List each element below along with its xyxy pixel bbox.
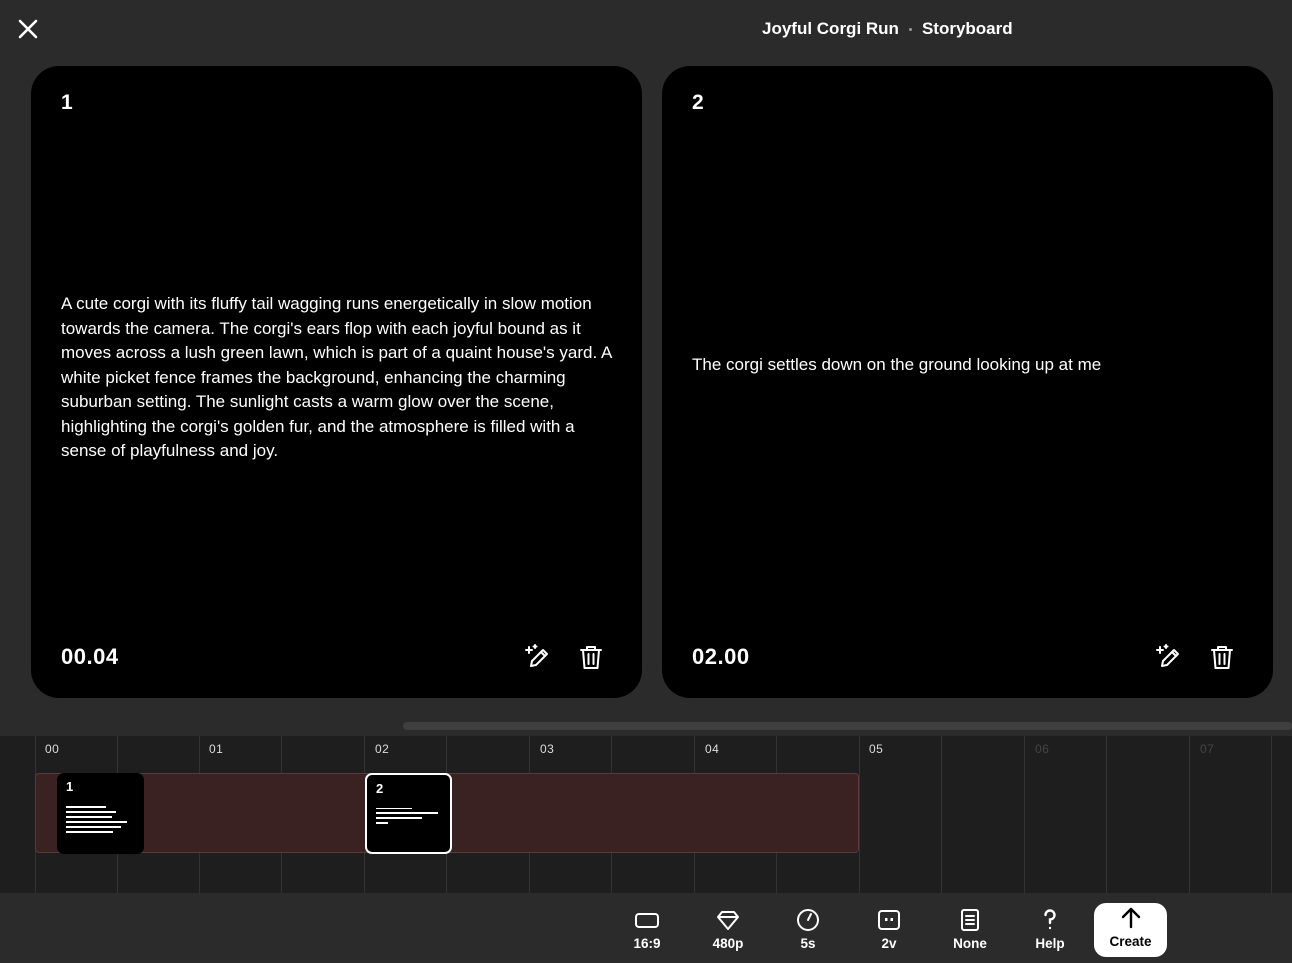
duration-button[interactable]: 5s bbox=[776, 905, 840, 957]
diamond-icon bbox=[717, 911, 739, 930]
preset-button[interactable]: None bbox=[938, 905, 1002, 957]
timeline[interactable]: 00 01 02 03 04 05 06 07 1 2 bbox=[0, 736, 1292, 893]
question-icon bbox=[1044, 909, 1056, 930]
create-label: Create bbox=[1109, 934, 1152, 949]
bottom-toolbar: 16:9 480p 5s 2v None Help Create bbox=[0, 893, 1292, 963]
magic-pencil-icon bbox=[1156, 644, 1179, 667]
timeline-label: 02 bbox=[375, 742, 390, 756]
close-icon bbox=[18, 19, 38, 39]
resolution-label: 480p bbox=[712, 936, 744, 951]
storyboard-card-2[interactable]: 2 The corgi settles down on the ground l… bbox=[662, 66, 1273, 698]
card-description[interactable]: The corgi settles down on the ground loo… bbox=[692, 353, 1243, 378]
aspect-ratio-label: 16:9 bbox=[633, 936, 661, 951]
clock-icon bbox=[797, 909, 819, 931]
timeline-tick bbox=[941, 736, 942, 893]
horizontal-scrollbar[interactable] bbox=[403, 722, 1292, 730]
variations-icon bbox=[878, 910, 900, 930]
timeline-tick bbox=[1024, 736, 1025, 893]
document-icon bbox=[961, 909, 979, 931]
create-button[interactable]: Create bbox=[1094, 903, 1167, 957]
timeline-label: 01 bbox=[209, 742, 224, 756]
card-timestamp: 00.04 bbox=[61, 644, 119, 669]
preset-label: None bbox=[953, 936, 987, 951]
timeline-tick bbox=[1271, 736, 1272, 893]
card-number: 2 bbox=[692, 91, 704, 114]
close-button[interactable] bbox=[14, 15, 42, 43]
clip-text-preview bbox=[66, 806, 127, 836]
timeline-label: 04 bbox=[705, 742, 720, 756]
edit-button[interactable] bbox=[522, 642, 552, 672]
arrow-up-icon bbox=[1121, 907, 1140, 929]
clip-text-preview bbox=[376, 808, 438, 827]
card-number: 1 bbox=[61, 91, 73, 114]
page-title: Joyful Corgi Run Storyboard bbox=[762, 19, 1013, 39]
project-title: Joyful Corgi Run bbox=[762, 19, 899, 38]
clip-number: 1 bbox=[66, 779, 74, 794]
trash-icon bbox=[1211, 646, 1233, 669]
edit-button[interactable] bbox=[1153, 642, 1183, 672]
timeline-clip-2[interactable]: 2 bbox=[365, 773, 452, 854]
timeline-label: 05 bbox=[869, 742, 884, 756]
aspect-ratio-button[interactable]: 16:9 bbox=[615, 905, 679, 957]
variations-label: 2v bbox=[881, 936, 897, 951]
magic-pencil-icon bbox=[525, 644, 548, 667]
delete-button[interactable] bbox=[1207, 642, 1237, 672]
clip-number: 2 bbox=[376, 781, 384, 796]
timeline-label: 06 bbox=[1035, 742, 1050, 756]
resolution-button[interactable]: 480p bbox=[696, 905, 760, 957]
card-timestamp: 02.00 bbox=[692, 644, 750, 669]
duration-label: 5s bbox=[800, 936, 816, 951]
timeline-label: 03 bbox=[540, 742, 555, 756]
timeline-label: 07 bbox=[1200, 742, 1215, 756]
timeline-clip-1[interactable]: 1 bbox=[57, 773, 144, 854]
timeline-tick bbox=[1106, 736, 1107, 893]
storyboard-card-1[interactable]: 1 A cute corgi with its fluffy tail wagg… bbox=[31, 66, 642, 698]
title-separator bbox=[908, 27, 912, 31]
timeline-label: 00 bbox=[45, 742, 60, 756]
card-description[interactable]: A cute corgi with its fluffy tail waggin… bbox=[61, 292, 612, 464]
trash-icon bbox=[580, 646, 602, 669]
delete-button[interactable] bbox=[576, 642, 606, 672]
variations-button[interactable]: 2v bbox=[857, 905, 921, 957]
view-label: Storyboard bbox=[921, 19, 1013, 38]
help-button[interactable]: Help bbox=[1018, 905, 1082, 957]
timeline-tick bbox=[1189, 736, 1190, 893]
timeline-tick bbox=[859, 736, 860, 893]
aspect-ratio-icon bbox=[635, 913, 659, 928]
help-label: Help bbox=[1035, 936, 1065, 951]
